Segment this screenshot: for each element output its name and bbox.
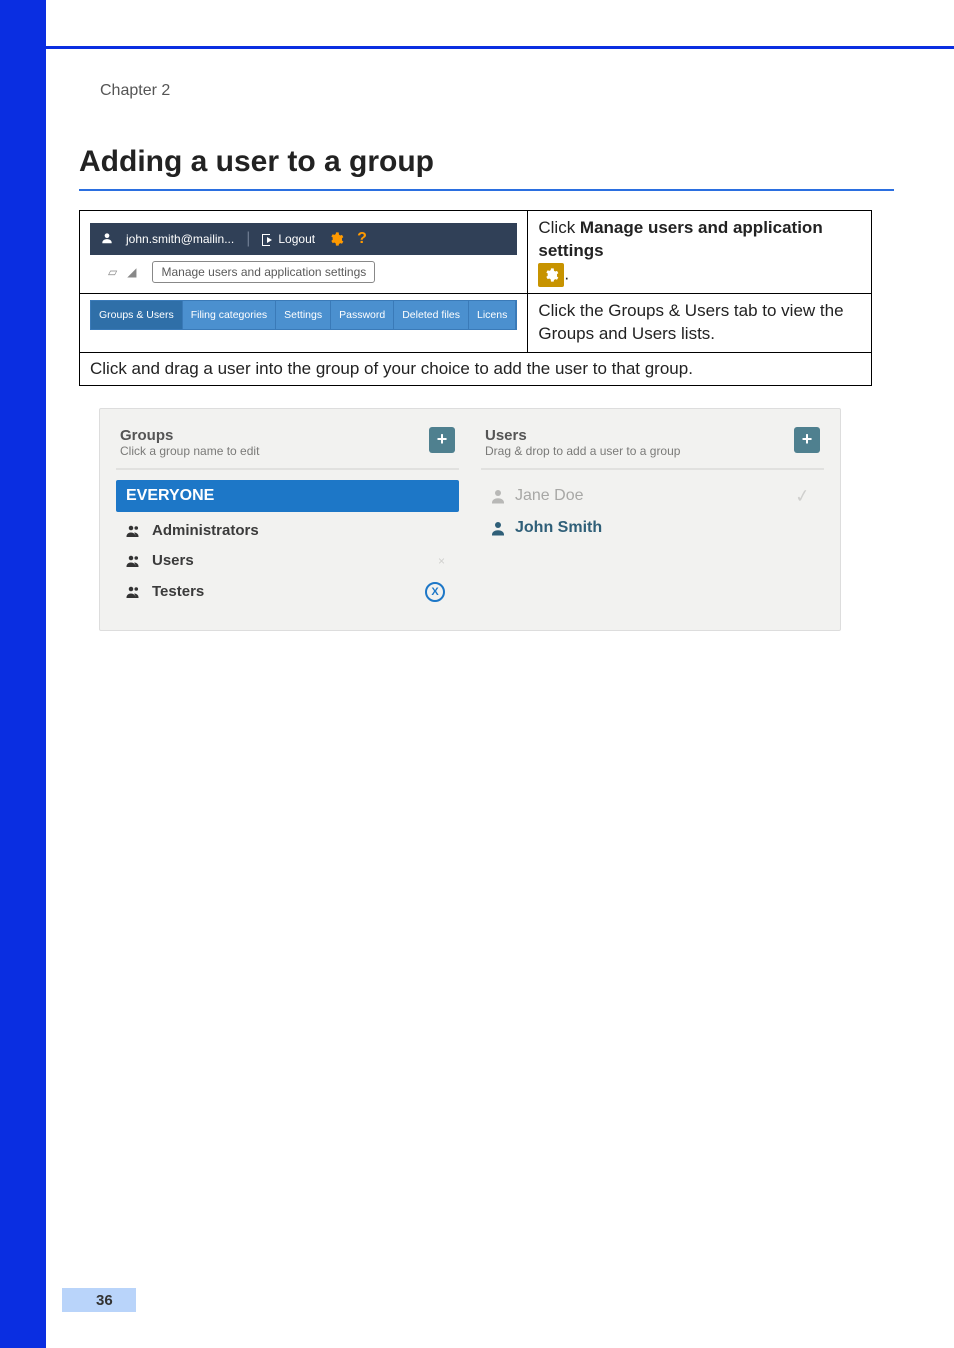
groups-titleblock: Groups Click a group name to edit: [120, 427, 259, 458]
group-label: Testers: [152, 583, 204, 600]
tab-license[interactable]: Licens: [469, 301, 516, 329]
people-icon: [124, 522, 144, 540]
user-icon: [100, 231, 114, 248]
group-testers[interactable]: Testers X: [116, 576, 459, 608]
add-group-button[interactable]: +: [429, 427, 455, 453]
people-icon: [124, 552, 144, 570]
users-panel-header: Users Drag & drop to add a user to a gro…: [481, 421, 824, 470]
step2-text-cell: Click the Groups & Users tab to view the…: [528, 293, 872, 352]
groups-users-panel-screenshot: Groups Click a group name to edit + EVER…: [99, 408, 841, 631]
add-user-button[interactable]: +: [794, 427, 820, 453]
main-content: john.smith@mailin... | Logout ?: [79, 210, 872, 631]
user-john-smith[interactable]: John Smith: [481, 513, 824, 543]
user-email-text: john.smith@mailin...: [126, 232, 234, 246]
plus-icon: +: [437, 429, 448, 450]
step3-text-cell: Click and drag a user into the group of …: [80, 352, 872, 385]
help-icon[interactable]: ?: [357, 230, 367, 248]
title-underline: [79, 189, 894, 191]
admin-tabs-screenshot: Groups & Users Filing categories Setting…: [90, 300, 517, 330]
chapter-label: Chapter 2: [100, 82, 170, 100]
delete-group-icon[interactable]: X: [425, 582, 445, 602]
small-shapes: ▱◢: [108, 265, 136, 279]
group-everyone[interactable]: EVERYONE: [116, 480, 459, 512]
groups-title: Groups: [120, 427, 259, 444]
groups-subtitle: Click a group name to edit: [120, 444, 259, 458]
tab-password[interactable]: Password: [331, 301, 394, 329]
groups-panel: Groups Click a group name to edit + EVER…: [116, 421, 459, 608]
user-icon: [489, 487, 507, 505]
tab-groups-users[interactable]: Groups & Users: [91, 301, 183, 329]
check-icon: ✓: [794, 485, 812, 508]
users-list: Jane Doe ✓ John Smith: [481, 470, 824, 543]
page-number: 36: [62, 1288, 113, 1312]
users-panel: Users Drag & drop to add a user to a gro…: [481, 421, 824, 608]
document-page: Chapter 2 Adding a user to a group john.…: [0, 0, 954, 1348]
user-icon: [489, 519, 507, 537]
step1-text-prefix: Click: [538, 218, 580, 237]
page-number-text: 36: [96, 1292, 113, 1309]
tab-filing-categories[interactable]: Filing categories: [183, 301, 276, 329]
groups-list: EVERYONE Administrators Users: [116, 470, 459, 608]
groups-panel-header: Groups Click a group name to edit +: [116, 421, 459, 470]
tab-settings[interactable]: Settings: [276, 301, 331, 329]
app-topbar-screenshot: john.smith@mailin... | Logout ?: [90, 223, 517, 255]
logout-button[interactable]: Logout: [262, 232, 315, 246]
users-titleblock: Users Drag & drop to add a user to a gro…: [485, 427, 680, 458]
top-blue-rule: [46, 46, 954, 49]
users-title: Users: [485, 427, 680, 444]
plus-icon: +: [802, 429, 813, 450]
user-name: John Smith: [515, 519, 602, 537]
group-label: Administrators: [152, 522, 259, 539]
table-row: Click and drag a user into the group of …: [80, 352, 872, 385]
step1-text-cell: Click Manage users and application setti…: [528, 211, 872, 294]
settings-tooltip: Manage users and application settings: [152, 261, 375, 283]
panels-row: Groups Click a group name to edit + EVER…: [100, 409, 840, 630]
remove-icon[interactable]: ×: [438, 554, 445, 568]
logout-label: Logout: [278, 232, 315, 246]
tooltip-row: ▱◢ Manage users and application settings: [90, 261, 517, 283]
logout-icon: [262, 233, 274, 245]
page-title: Adding a user to a group: [79, 145, 894, 179]
tab-deleted-files[interactable]: Deleted files: [394, 301, 469, 329]
divider: |: [246, 230, 250, 248]
gear-icon[interactable]: [327, 230, 345, 248]
table-row: john.smith@mailin... | Logout ?: [80, 211, 872, 294]
user-jane-doe[interactable]: Jane Doe ✓: [481, 480, 824, 513]
group-label: Users: [152, 552, 194, 569]
gear-chip-icon: [538, 263, 564, 287]
step1-text-bold: Manage users and application settings: [538, 218, 822, 260]
group-administrators[interactable]: Administrators: [116, 516, 459, 546]
screenshot-tabs-cell: Groups & Users Filing categories Setting…: [80, 293, 528, 352]
table-row: Groups & Users Filing categories Setting…: [80, 293, 872, 352]
group-users[interactable]: Users ×: [116, 546, 459, 576]
screenshot-topbar-cell: john.smith@mailin... | Logout ?: [80, 211, 528, 294]
step1-text-suffix: .: [564, 264, 569, 283]
users-subtitle: Drag & drop to add a user to a group: [485, 444, 680, 458]
people-icon: [124, 583, 144, 601]
user-name: Jane Doe: [515, 487, 584, 505]
left-blue-band: [0, 0, 46, 1348]
heading-block: Adding a user to a group: [79, 145, 894, 191]
steps-table: john.smith@mailin... | Logout ?: [79, 210, 872, 386]
